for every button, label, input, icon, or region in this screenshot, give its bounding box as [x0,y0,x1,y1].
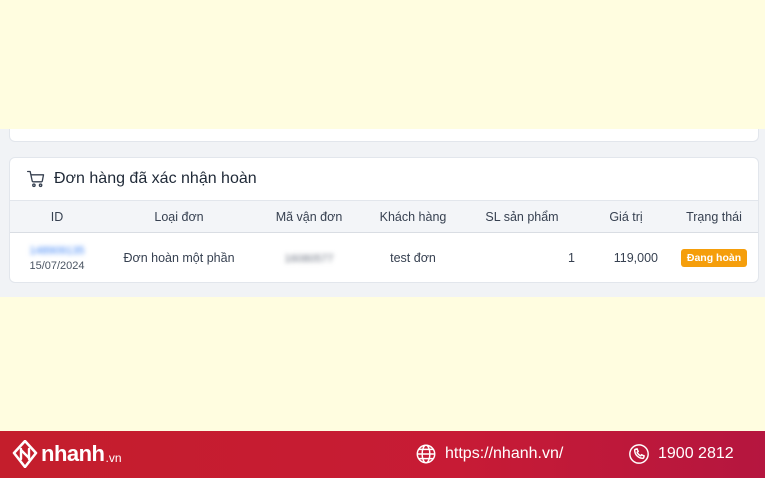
column-header-customer[interactable]: Khách hàng [364,210,462,224]
cell-quantity: 1 [568,251,575,265]
phone-number: 1900 2812 [658,445,734,462]
column-header-status[interactable]: Trạng thái [670,210,758,224]
column-header-value[interactable]: Giá trị [582,210,670,224]
previous-card-edge [9,129,759,142]
shipping-code: 16080577 [284,253,334,265]
table-header: ID Loại đơn Mã vận đơn Khách hàng SL sản… [10,200,758,233]
brand-name: nhanh [41,441,105,466]
cell-value: 119,000 [613,251,658,265]
website-url: https://nhanh.vn/ [445,445,564,462]
phone-icon [629,444,649,464]
status-badge: Đang hoàn [680,249,748,267]
column-header-id[interactable]: ID [10,210,104,224]
brand-suffix: .vn [105,451,122,465]
column-header-type[interactable]: Loại đơn [104,210,254,224]
card-title: Đơn hàng đã xác nhận hoàn [54,170,257,187]
cell-id: 148909135 15/07/2024 [10,244,104,272]
returned-orders-card: Đơn hàng đã xác nhận hoàn ID Loại đơn Mã… [9,157,759,283]
globe-icon [416,444,436,464]
website-link[interactable]: https://nhanh.vn/ [415,443,563,465]
order-id-link[interactable]: 148909135 [10,244,104,258]
nhanh-logo-icon [12,440,38,468]
cell-customer: test đơn [390,251,436,265]
app-area: Đơn hàng đã xác nhận hoàn ID Loại đơn Mã… [0,129,765,297]
column-header-shipping-code[interactable]: Mã vận đơn [254,210,364,224]
column-header-quantity[interactable]: SL sản phẩm [462,210,582,224]
cell-status: Đang hoàn [670,249,758,267]
brand-logo[interactable]: nhanh .vn [12,440,122,468]
hotline[interactable]: 1900 2812 [628,443,734,465]
card-header: Đơn hàng đã xác nhận hoàn [10,158,758,200]
table-row: 148909135 15/07/2024 Đơn hoàn một phần 1… [10,233,758,282]
order-date: 15/07/2024 [29,260,85,272]
cell-type: Đơn hoàn một phần [123,251,235,265]
cart-icon [27,170,45,188]
footer-banner: nhanh .vn https://nhanh.vn/ 1900 2812 [0,431,765,478]
cell-shipping-code: 16080577 [254,251,364,265]
